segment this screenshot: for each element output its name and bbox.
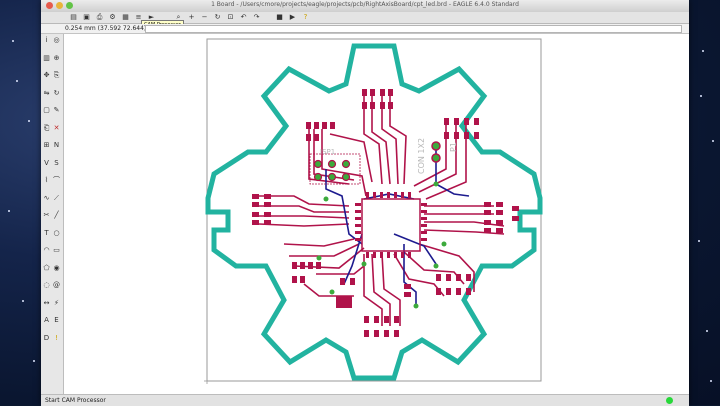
undo-icon[interactable]: ↶ <box>239 13 248 22</box>
left-command-toolbox: i ◎ ▥ ⊕ ✥ ⎘ ⇋ ↻ ▢ ✎ ⎗ ✕ ⊞ N V S ⌇ ⌒ ∿ ⟋ ✂ ╱ T ○ ◠ ▭ ⬠ ◉ ◌ @ ↔ ⚡ A E D! <box>41 34 64 394</box>
name-icon[interactable]: N <box>52 141 61 150</box>
star <box>712 140 714 142</box>
errors-icon[interactable]: ! <box>52 334 61 343</box>
mirror-icon[interactable]: ⇋ <box>42 89 51 98</box>
group-icon[interactable]: ▢ <box>42 106 51 115</box>
ripup-icon[interactable]: ✂ <box>42 211 51 220</box>
zoom-out-icon[interactable]: − <box>200 13 209 22</box>
via-icon[interactable]: ◉ <box>52 264 61 273</box>
coordinate-bar: 0.254 mm (37.592 72.644) <box>41 24 689 34</box>
star <box>698 240 700 242</box>
delete-icon[interactable]: ✕ <box>52 124 61 133</box>
status-led-icon <box>666 397 673 404</box>
coordinate-readout: 0.254 mm (37.592 72.644) <box>65 25 147 32</box>
board-canvas[interactable]: ISP1 CON 1X2 P1 <box>64 34 689 394</box>
connector-label: CON 1X2 <box>417 138 426 174</box>
dimension-icon[interactable]: ↔ <box>42 299 51 308</box>
polygon-icon[interactable]: ⬠ <box>42 264 51 273</box>
move-icon[interactable]: ✥ <box>42 71 51 80</box>
wire-icon[interactable]: ╱ <box>52 211 61 220</box>
star <box>710 380 712 382</box>
circle-icon[interactable]: ○ <box>52 229 61 238</box>
star <box>16 80 18 82</box>
rotate-icon[interactable]: ↻ <box>52 89 61 98</box>
star <box>33 360 35 362</box>
board-drawing: ISP1 CON 1X2 P1 <box>204 38 543 384</box>
change-icon[interactable]: ✎ <box>52 106 61 115</box>
redo-icon[interactable]: ↷ <box>252 13 261 22</box>
value-icon[interactable]: V <box>42 159 51 168</box>
eagle-board-window: 1 Board - /Users/cmore/projects/eagle/pr… <box>41 0 689 406</box>
star <box>8 210 10 212</box>
window-title: 1 Board - /Users/cmore/projects/eagle/pr… <box>211 1 519 8</box>
drc-icon[interactable]: D <box>42 334 51 343</box>
stop-icon[interactable]: ■ <box>275 13 284 22</box>
save-icon[interactable]: ▣ <box>82 13 91 22</box>
redraw-icon[interactable]: ↻ <box>213 13 222 22</box>
star <box>12 40 14 42</box>
isp-header: ISP1 <box>309 148 361 185</box>
vias <box>316 181 447 309</box>
star <box>700 95 702 97</box>
smash-icon[interactable]: S <box>52 159 61 168</box>
mark-icon[interactable]: ⊕ <box>52 54 61 63</box>
split-icon[interactable]: ⌇ <box>42 176 51 185</box>
status-text: Start CAM Processor <box>45 397 106 404</box>
star <box>28 120 30 122</box>
print-icon[interactable]: ⎙ <box>95 13 104 22</box>
isp-label: ISP1 <box>320 148 335 156</box>
command-line-input[interactable] <box>145 25 682 33</box>
display-icon[interactable]: ▥ <box>42 54 51 63</box>
info-icon[interactable]: i <box>42 36 51 45</box>
origin-cross <box>204 378 210 384</box>
star <box>706 330 708 332</box>
copy-icon[interactable]: ⎘ <box>52 71 61 80</box>
star <box>22 300 24 302</box>
auto-icon[interactable]: A <box>42 316 51 325</box>
optimize-icon[interactable]: ∿ <box>42 194 51 203</box>
hole-icon[interactable]: ◌ <box>42 281 51 290</box>
rect-icon[interactable]: ▭ <box>52 246 61 255</box>
main-toolbar: ▤ ▣ ⎙ ⚙ ▦ ≡ ► ⌕ + − ↻ ⊡ ↶ ↷ ■ ▶? <box>41 12 689 24</box>
ratsnest-icon[interactable]: ⚡ <box>52 299 61 308</box>
attribute-icon[interactable]: @ <box>52 281 61 290</box>
go-icon[interactable]: ▶ <box>288 13 297 22</box>
star <box>702 50 704 52</box>
route-icon[interactable]: ⟋ <box>52 194 61 203</box>
connector-1x2: CON 1X2 P1 <box>417 138 458 174</box>
p1-label: P1 <box>449 142 458 152</box>
show-icon[interactable]: ◎ <box>52 36 61 45</box>
board-icon[interactable]: ▦ <box>121 13 130 22</box>
cam-processor-icon[interactable]: ⚙ <box>108 13 117 22</box>
miter-icon[interactable]: ⌒ <box>52 176 61 185</box>
zoom-in-icon[interactable]: + <box>187 13 196 22</box>
erc-icon[interactable]: E <box>52 316 61 325</box>
crystal <box>336 296 352 308</box>
help-icon[interactable]: ? <box>301 13 310 22</box>
zoom-select-icon[interactable]: ⊡ <box>226 13 235 22</box>
status-bar: Start CAM Processor <box>41 394 689 406</box>
paste-icon[interactable]: ⎗ <box>42 124 51 133</box>
arc-icon[interactable]: ◠ <box>42 246 51 255</box>
text-icon[interactable]: T <box>42 229 51 238</box>
open-icon[interactable]: ▤ <box>69 13 78 22</box>
add-icon[interactable]: ⊞ <box>42 141 51 150</box>
microcontroller-chip <box>355 192 427 258</box>
